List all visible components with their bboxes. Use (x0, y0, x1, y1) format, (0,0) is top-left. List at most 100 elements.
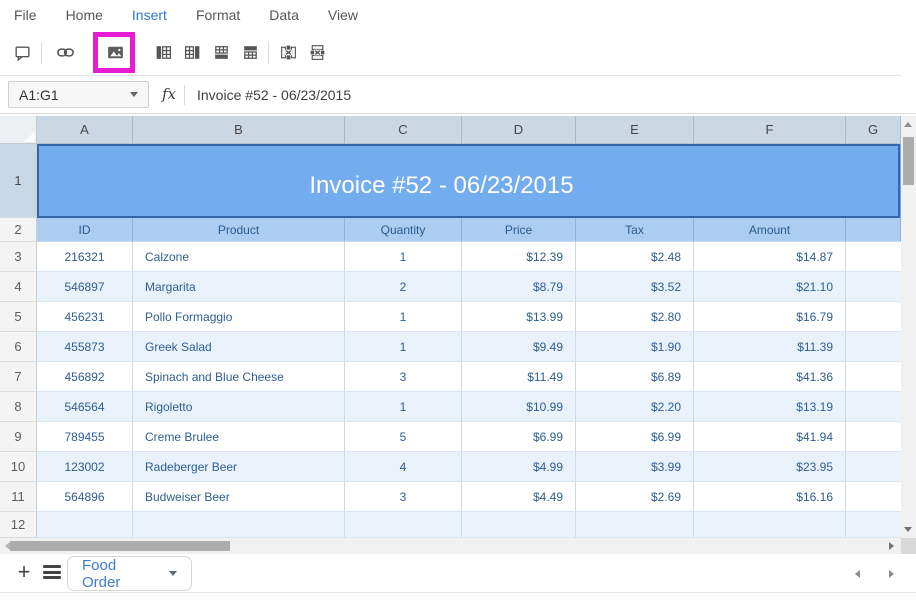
cell[interactable]: $8.79 (462, 272, 576, 302)
cell[interactable]: 4 (345, 452, 462, 482)
menu-data[interactable]: Data (269, 7, 299, 30)
row-header[interactable]: 7 (0, 362, 37, 392)
row-header[interactable]: 11 (0, 482, 37, 512)
cell[interactable]: $9.49 (462, 332, 576, 362)
cell[interactable] (345, 512, 462, 538)
cell[interactable]: 2 (345, 272, 462, 302)
vertical-scrollbar-thumb[interactable] (903, 137, 914, 185)
row-header[interactable]: 2 (0, 218, 37, 242)
cell[interactable]: Greek Salad (133, 332, 345, 362)
header-cell-empty[interactable] (846, 218, 901, 242)
cell[interactable] (846, 482, 901, 512)
cell[interactable]: $21.10 (694, 272, 846, 302)
row-header[interactable]: 3 (0, 242, 37, 272)
cell[interactable] (846, 422, 901, 452)
cell[interactable]: 546564 (37, 392, 133, 422)
header-cell-id[interactable]: ID (37, 218, 133, 242)
cell[interactable]: 456892 (37, 362, 133, 392)
column-header-f[interactable]: F (694, 116, 846, 144)
cell[interactable]: 546897 (37, 272, 133, 302)
delete-rows-button[interactable] (303, 38, 331, 68)
cell[interactable]: $4.49 (462, 482, 576, 512)
cell[interactable]: $10.99 (462, 392, 576, 422)
cell[interactable]: 3 (345, 482, 462, 512)
cell[interactable]: 789455 (37, 422, 133, 452)
cell[interactable] (846, 362, 901, 392)
insert-rows-above-button[interactable] (236, 38, 264, 68)
cell[interactable]: $41.36 (694, 362, 846, 392)
cell[interactable]: 564896 (37, 482, 133, 512)
chevron-down-icon[interactable] (169, 571, 177, 576)
menu-format[interactable]: Format (196, 7, 240, 30)
header-cell-price[interactable]: Price (462, 218, 576, 242)
cell[interactable]: $3.99 (576, 452, 694, 482)
cell[interactable]: $6.99 (462, 422, 576, 452)
cell[interactable]: 1 (345, 242, 462, 272)
cell[interactable]: $1.90 (576, 332, 694, 362)
cell[interactable]: 1 (345, 392, 462, 422)
cell[interactable]: $23.95 (694, 452, 846, 482)
horizontal-scrollbar[interactable] (0, 538, 901, 554)
previous-sheet-button[interactable] (850, 567, 864, 581)
cell[interactable]: $2.69 (576, 482, 694, 512)
cell[interactable]: Budweiser Beer (133, 482, 345, 512)
cell[interactable]: 3 (345, 362, 462, 392)
scroll-down-arrow-icon[interactable] (904, 527, 912, 532)
header-cell-tax[interactable]: Tax (576, 218, 694, 242)
sheet-tab-food-order[interactable]: Food Order (67, 556, 192, 591)
cell[interactable] (846, 272, 901, 302)
cell[interactable]: Calzone (133, 242, 345, 272)
invoice-title-cell[interactable]: Invoice #52 - 06/23/2015 (37, 144, 901, 218)
menu-insert[interactable]: Insert (132, 7, 167, 30)
next-sheet-button[interactable] (884, 567, 898, 581)
cell[interactable]: Rigoletto (133, 392, 345, 422)
cell[interactable]: 456231 (37, 302, 133, 332)
cell[interactable]: $13.99 (462, 302, 576, 332)
cell[interactable]: 5 (345, 422, 462, 452)
cell[interactable]: Creme Brulee (133, 422, 345, 452)
row-header[interactable]: 6 (0, 332, 37, 362)
cell[interactable]: $2.20 (576, 392, 694, 422)
insert-columns-left-button[interactable] (149, 38, 177, 68)
sheet-list-menu-button[interactable] (42, 564, 62, 582)
cell[interactable]: 216321 (37, 242, 133, 272)
cell[interactable] (462, 512, 576, 538)
cell[interactable]: $6.89 (576, 362, 694, 392)
cell[interactable] (133, 512, 345, 538)
name-box[interactable]: A1:G1 (8, 81, 149, 108)
insert-rows-below-button[interactable] (207, 38, 235, 68)
chevron-down-icon[interactable] (130, 92, 138, 97)
cell[interactable] (694, 512, 846, 538)
cell[interactable]: $4.99 (462, 452, 576, 482)
cell[interactable] (846, 392, 901, 422)
column-header-e[interactable]: E (576, 116, 694, 144)
row-header[interactable]: 8 (0, 392, 37, 422)
cell[interactable]: Margarita (133, 272, 345, 302)
cell[interactable] (576, 512, 694, 538)
insert-hyperlink-button[interactable] (51, 38, 79, 68)
header-cell-quantity[interactable]: Quantity (345, 218, 462, 242)
header-cell-product[interactable]: Product (133, 218, 345, 242)
cell[interactable]: $41.94 (694, 422, 846, 452)
cell[interactable] (37, 512, 133, 538)
header-cell-amount[interactable]: Amount (694, 218, 846, 242)
cell[interactable]: $16.16 (694, 482, 846, 512)
cell[interactable]: $2.48 (576, 242, 694, 272)
column-header-d[interactable]: D (462, 116, 576, 144)
cell[interactable]: Pollo Formaggio (133, 302, 345, 332)
insert-picture-button[interactable] (101, 38, 129, 68)
cell[interactable]: $3.52 (576, 272, 694, 302)
column-header-g[interactable]: G (846, 116, 901, 144)
cell[interactable] (846, 242, 901, 272)
row-header[interactable]: 9 (0, 422, 37, 452)
cell[interactable]: $11.49 (462, 362, 576, 392)
menu-view[interactable]: View (328, 7, 358, 30)
cell[interactable]: $13.19 (694, 392, 846, 422)
menu-home[interactable]: Home (66, 7, 103, 30)
cell[interactable]: 1 (345, 302, 462, 332)
cell[interactable] (846, 332, 901, 362)
cell[interactable]: Radeberger Beer (133, 452, 345, 482)
scroll-right-arrow-icon[interactable] (889, 542, 894, 550)
cell[interactable] (846, 302, 901, 332)
add-sheet-button[interactable]: + (12, 559, 36, 585)
